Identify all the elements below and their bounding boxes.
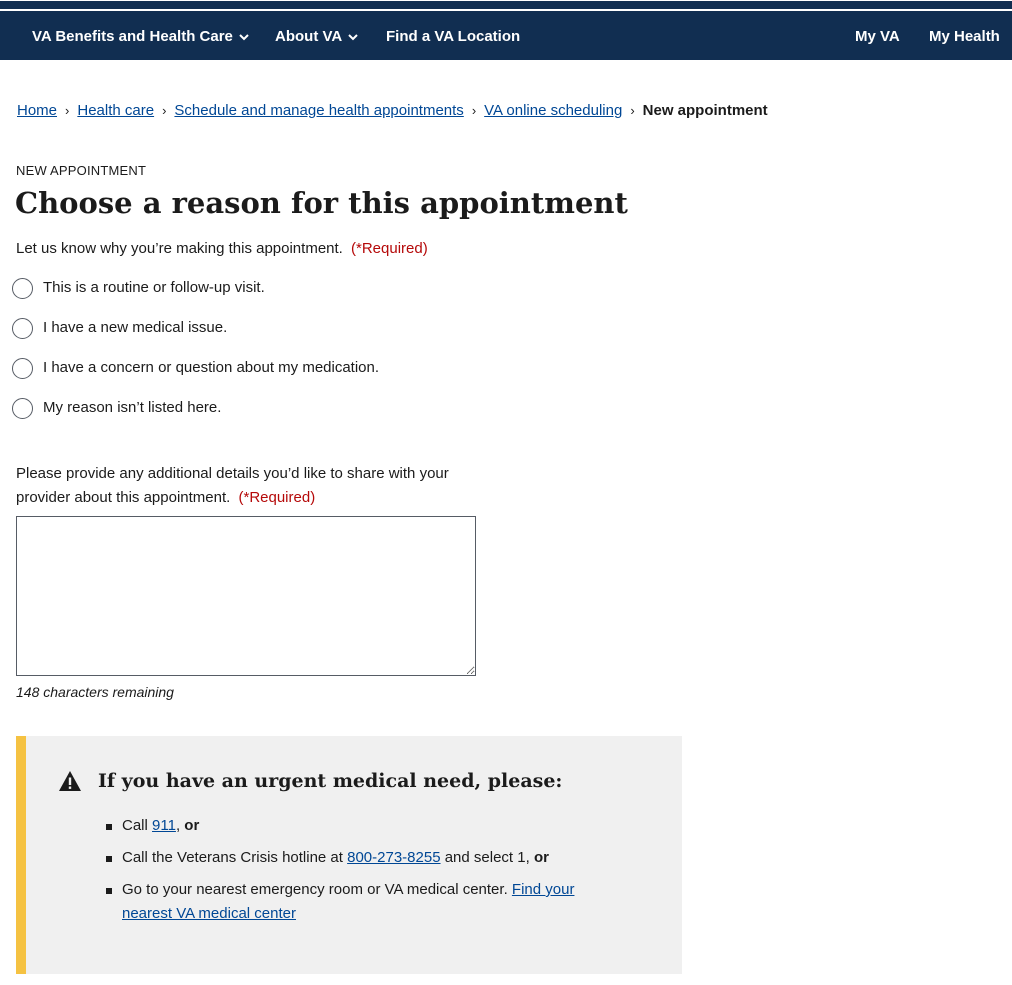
or-text: or: [533, 849, 549, 866]
radio-button[interactable]: [12, 397, 33, 419]
list-item: Call the Veterans Crisis hotline at 800-…: [106, 846, 628, 870]
radio-button[interactable]: [12, 317, 33, 339]
hotline-suffix: and select 1,: [444, 849, 530, 866]
nav-about-menu[interactable]: About VA: [275, 27, 358, 47]
reason-question: Let us know why you’re making this appoi…: [16, 238, 428, 260]
page-title: Choose a reason for this appointment: [15, 186, 628, 220]
radio-label: I have a new medical issue.: [43, 319, 228, 336]
radio-label: I have a concern or question about my me…: [43, 359, 380, 376]
breadcrumb-home[interactable]: Home: [17, 102, 57, 119]
or-text: or: [184, 817, 200, 834]
nav-find-location[interactable]: Find a VA Location: [386, 27, 520, 47]
radio-option-new-issue[interactable]: I have a new medical issue.: [12, 316, 227, 340]
hotline-prefix: Call the Veterans Crisis hotline at: [122, 849, 343, 866]
alert-list: Call 911, or Call the Veterans Crisis ho…: [106, 814, 628, 934]
alert-title: If you have an urgent medical need, plea…: [98, 770, 563, 792]
radio-option-not-listed[interactable]: My reason isn’t listed here.: [12, 396, 221, 420]
radio-button[interactable]: [12, 277, 33, 299]
details-label-text: Please provide any additional details yo…: [16, 465, 449, 506]
breadcrumb-separator: ›: [65, 103, 70, 118]
warning-icon: [59, 771, 81, 791]
nav-about-label: About VA: [275, 28, 343, 45]
breadcrumb-separator: ›: [162, 103, 167, 118]
phone-911-link[interactable]: 911: [152, 817, 176, 834]
breadcrumb-separator: ›: [630, 103, 635, 118]
details-textarea[interactable]: [16, 516, 476, 676]
radio-label: This is a routine or follow-up visit.: [43, 279, 265, 296]
required-indicator: (*Required): [351, 240, 428, 257]
breadcrumb-online-scheduling[interactable]: VA online scheduling: [484, 102, 622, 119]
chevron-down-icon: [348, 33, 358, 40]
breadcrumb-separator: ›: [471, 103, 477, 118]
chevron-down-icon: [239, 33, 249, 40]
call-prefix: Call: [122, 817, 148, 834]
page-eyebrow: NEW APPOINTMENT: [16, 163, 147, 178]
details-label: Please provide any additional details yo…: [16, 462, 476, 510]
nav-my-health[interactable]: My Health: [929, 27, 1000, 47]
required-indicator: (*Required): [238, 489, 316, 506]
nav-benefits-menu[interactable]: VA Benefits and Health Care: [32, 27, 249, 47]
character-counter: 148 characters remaining: [16, 684, 174, 700]
nav-divider: [0, 9, 1012, 11]
radio-option-routine[interactable]: This is a routine or follow-up visit.: [12, 276, 265, 300]
list-item: Call 911, or: [106, 814, 628, 838]
top-nav-bar: VA Benefits and Health Care About VA Fin…: [0, 0, 1012, 60]
list-item: Go to your nearest emergency room or VA …: [106, 878, 628, 926]
radio-label: My reason isn’t listed here.: [43, 399, 222, 416]
er-text: Go to your nearest emergency room or VA …: [122, 881, 508, 898]
reason-question-text: Let us know why you’re making this appoi…: [16, 240, 343, 257]
breadcrumb-schedule-manage[interactable]: Schedule and manage health appointments: [174, 102, 463, 119]
crisis-hotline-link[interactable]: 800-273-8255: [347, 849, 440, 866]
radio-option-medication[interactable]: I have a concern or question about my me…: [12, 356, 379, 380]
urgent-warning-alert: If you have an urgent medical need, plea…: [16, 736, 682, 974]
radio-button[interactable]: [12, 357, 33, 379]
nav-benefits-label: VA Benefits and Health Care: [32, 28, 233, 45]
nav-my-va[interactable]: My VA: [855, 27, 900, 47]
breadcrumb: Home › Health care › Schedule and manage hea…: [17, 100, 768, 122]
breadcrumb-current: New appointment: [642, 102, 768, 119]
breadcrumb-health-care[interactable]: Health care: [77, 102, 154, 119]
